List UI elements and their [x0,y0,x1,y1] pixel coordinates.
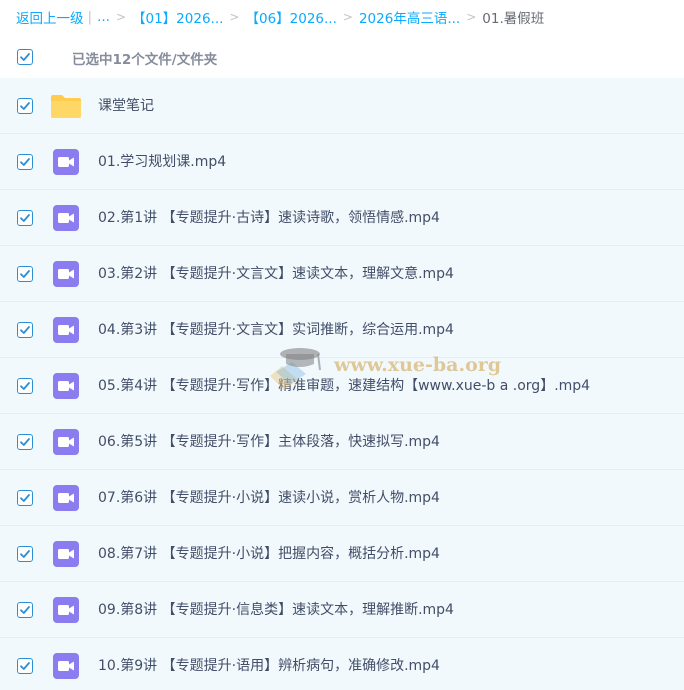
file-row[interactable]: 04.第3讲 【专题提升·文言文】实词推断，综合运用.mp4 [0,302,684,358]
file-name[interactable]: 08.第7讲 【专题提升·小说】把握内容，概括分析.mp4 [98,543,440,563]
checkmark-icon [20,102,30,110]
checkmark-icon [20,270,30,278]
row-checkbox[interactable] [17,546,33,562]
video-icon [52,428,80,456]
back-link[interactable]: 返回上一级 [16,7,84,27]
chevron-right-icon: > [229,10,240,24]
file-name[interactable]: 07.第6讲 【专题提升·小说】速读小说，赏析人物.mp4 [98,487,440,507]
checkmark-icon [20,158,30,166]
video-icon [52,652,80,680]
breadcrumb-divider: | [87,9,93,25]
file-name[interactable]: 03.第2讲 【专题提升·文言文】速读文本，理解文意.mp4 [98,263,454,283]
file-name[interactable]: 02.第1讲 【专题提升·古诗】速读诗歌，领悟情感.mp4 [98,207,440,227]
file-row[interactable]: 07.第6讲 【专题提升·小说】速读小说，赏析人物.mp4 [0,470,684,526]
file-row[interactable]: 05.第4讲 【专题提升·写作】精准审题，速建结构【www.xue-b a .o… [0,358,684,414]
chevron-right-icon: > [466,10,477,24]
video-icon [52,540,80,568]
file-name[interactable]: 01.学习规划课.mp4 [98,151,226,171]
checkmark-icon [20,438,30,446]
file-row[interactable]: 01.学习规划课.mp4 [0,134,684,190]
chevron-right-icon: > [342,10,353,24]
file-row[interactable]: 09.第8讲 【专题提升·信息类】速读文本，理解推断.mp4 [0,582,684,638]
breadcrumb-item[interactable]: 【01】2026... [132,7,223,27]
row-checkbox[interactable] [17,98,33,114]
file-row[interactable]: 03.第2讲 【专题提升·文言文】速读文本，理解文意.mp4 [0,246,684,302]
select-all-checkbox[interactable] [17,49,33,65]
breadcrumb-item[interactable]: 2026年高三语... [359,7,460,27]
checkmark-icon [20,662,30,670]
checkmark-icon [20,214,30,222]
checkmark-icon [20,326,30,334]
row-checkbox[interactable] [17,210,33,226]
breadcrumb-current: 01.暑假班 [482,11,545,27]
chevron-right-icon: > [115,10,126,24]
row-checkbox[interactable] [17,490,33,506]
selection-bar: 已选中12个文件/文件夹 [0,42,684,74]
file-row[interactable]: 06.第5讲 【专题提升·写作】主体段落，快速拟写.mp4 [0,414,684,470]
video-icon [52,316,80,344]
breadcrumb-ellipsis[interactable]: ... [97,9,110,25]
video-icon [52,260,80,288]
video-icon [52,148,80,176]
breadcrumb: 返回上一级 | ... > 【01】2026... > 【06】2026... … [16,7,544,27]
row-checkbox[interactable] [17,266,33,282]
row-checkbox[interactable] [17,378,33,394]
checkmark-icon [20,494,30,502]
file-name[interactable]: 05.第4讲 【专题提升·写作】精准审题，速建结构【www.xue-b a .o… [98,375,590,395]
row-checkbox[interactable] [17,434,33,450]
file-name[interactable]: 09.第8讲 【专题提升·信息类】速读文本，理解推断.mp4 [98,599,454,619]
file-name[interactable]: 10.第9讲 【专题提升·语用】辨析病句，准确修改.mp4 [98,655,440,675]
row-checkbox[interactable] [17,322,33,338]
selection-count: 已选中12个文件/文件夹 [72,52,218,68]
video-icon [52,372,80,400]
file-name[interactable]: 课堂笔记 [98,95,154,115]
checkmark-icon [20,382,30,390]
row-checkbox[interactable] [17,658,33,674]
video-icon [52,204,80,232]
file-name[interactable]: 06.第5讲 【专题提升·写作】主体段落，快速拟写.mp4 [98,431,440,451]
breadcrumb-item[interactable]: 【06】2026... [245,7,336,27]
file-name[interactable]: 04.第3讲 【专题提升·文言文】实词推断，综合运用.mp4 [98,319,454,339]
row-checkbox[interactable] [17,602,33,618]
folder-icon [50,93,82,119]
file-row[interactable]: 08.第7讲 【专题提升·小说】把握内容，概括分析.mp4 [0,526,684,582]
checkmark-icon [20,550,30,558]
checkmark-icon [20,606,30,614]
video-icon [52,484,80,512]
row-checkbox[interactable] [17,154,33,170]
video-icon [52,596,80,624]
folder-row[interactable]: 课堂笔记 [0,78,684,134]
file-row[interactable]: 02.第1讲 【专题提升·古诗】速读诗歌，领悟情感.mp4 [0,190,684,246]
checkmark-icon [20,53,30,61]
file-row[interactable]: 10.第9讲 【专题提升·语用】辨析病句，准确修改.mp4 [0,638,684,690]
